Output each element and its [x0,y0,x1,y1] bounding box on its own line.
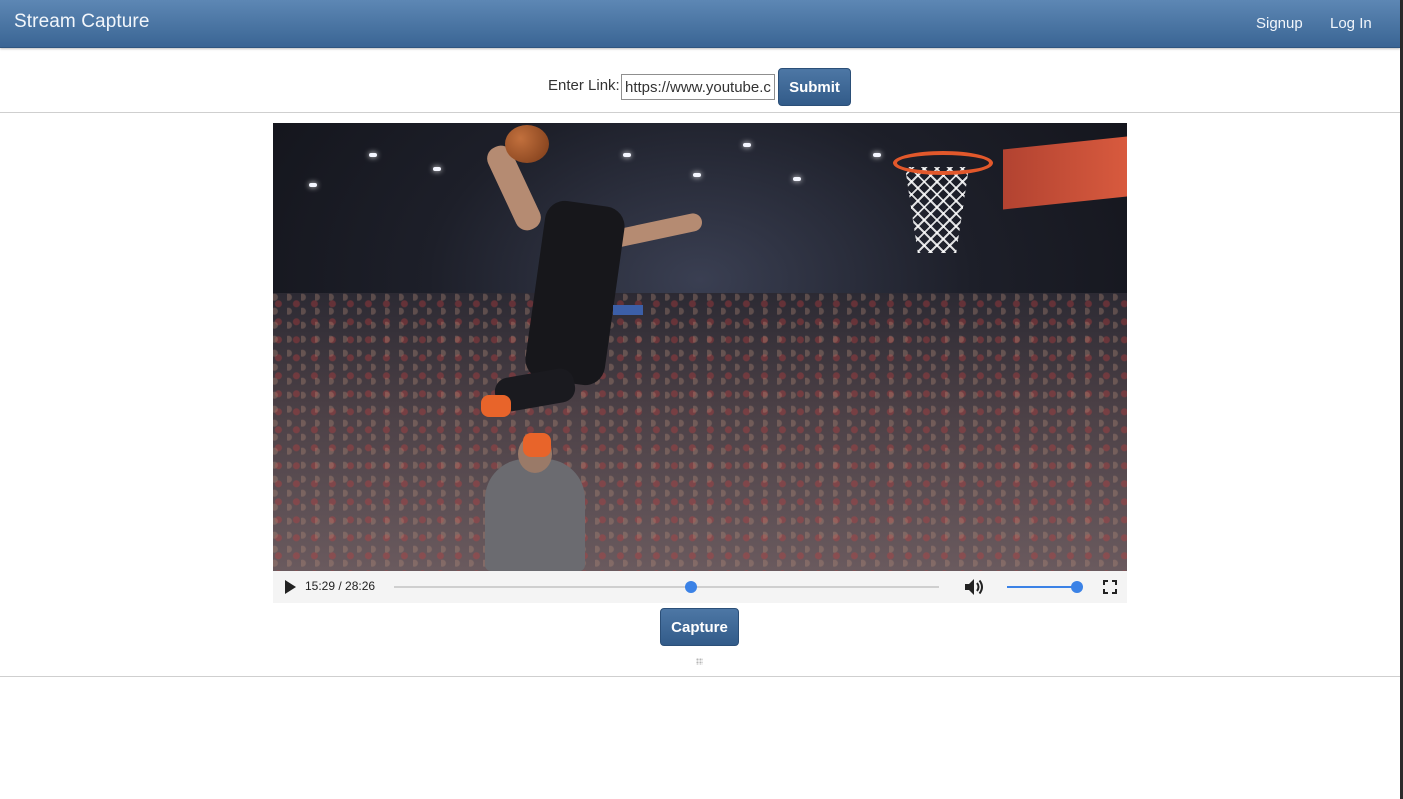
divider [0,112,1400,113]
arena-light [369,153,377,157]
arena-light [309,183,317,187]
arena-sign [613,305,643,315]
basket-net [905,167,969,253]
link-label: Enter Link: [548,77,620,94]
volume-slider[interactable] [1007,581,1083,593]
arena-light [793,177,801,181]
arena-light [693,173,701,177]
video-frame[interactable] [273,123,1127,571]
top-navbar: Stream Capture Signup Log In [0,0,1400,48]
link-input[interactable] [621,74,775,100]
link-form: Enter Link: Submit [0,68,1400,106]
video-crowd [273,293,1127,571]
basketball [505,125,549,163]
video-controls: 15:29 / 28:26 [273,571,1127,603]
volume-thumb[interactable] [1071,581,1083,593]
volume-icon[interactable] [963,577,985,597]
resize-grip[interactable] [696,658,703,665]
player-shoe [523,433,551,457]
arena-light [623,153,631,157]
volume-fill [1007,586,1077,588]
capture-button[interactable]: Capture [660,608,739,646]
player-shoe [481,395,511,417]
progress-slider[interactable] [394,581,939,593]
divider [0,676,1400,677]
submit-button[interactable]: Submit [778,68,851,106]
play-icon[interactable] [285,580,296,594]
basket-rim [893,151,993,175]
signup-link[interactable]: Signup [1256,15,1303,32]
brand-title[interactable]: Stream Capture [14,11,150,33]
login-link[interactable]: Log In [1330,15,1372,32]
progress-thumb[interactable] [685,581,698,593]
time-display: 15:29 / 28:26 [305,579,376,593]
arena-light [873,153,881,157]
fullscreen-icon[interactable] [1103,580,1117,594]
referee-figure [485,459,585,571]
arena-light [433,167,441,171]
arena-light [743,143,751,147]
progress-fill [394,586,692,588]
backboard [1003,136,1127,210]
